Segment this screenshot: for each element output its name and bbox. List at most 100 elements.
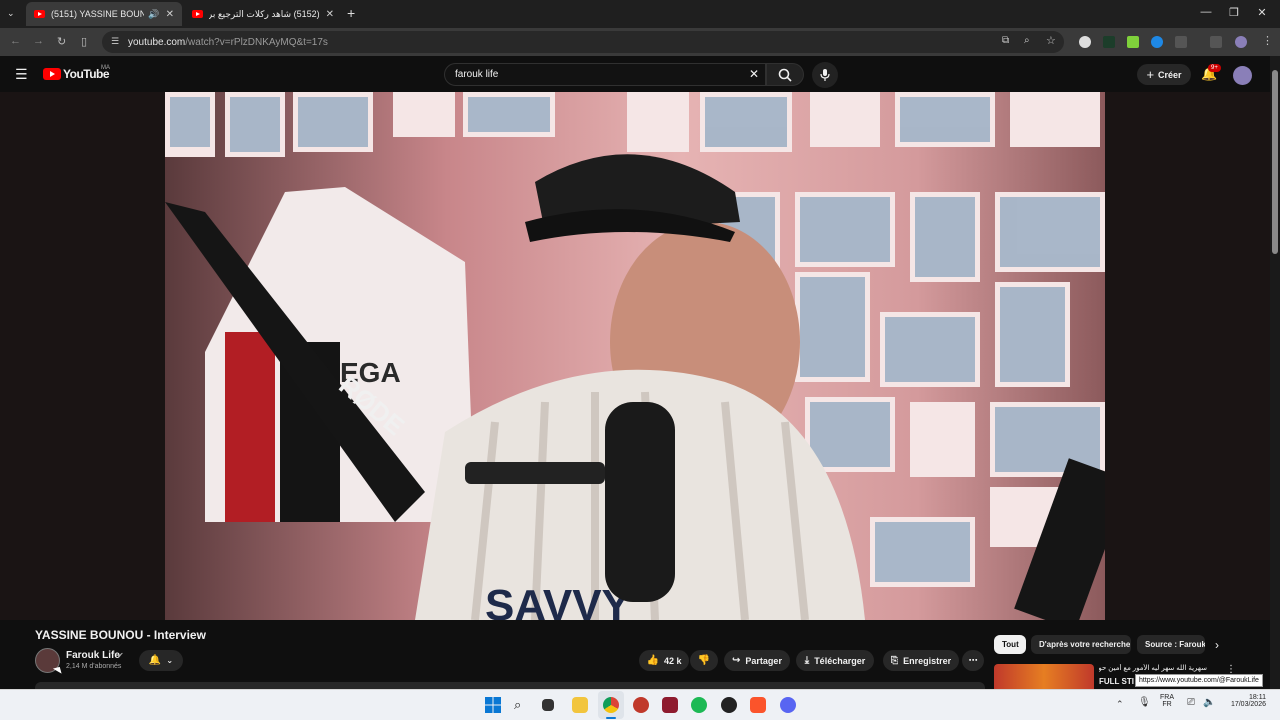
more-actions-button[interactable]: ⋯ [962, 650, 984, 671]
browser-tab-strip: ⌄ (5151) YASSINE BOUNOU - 🔊 ✕ (5152) شاه… [0, 0, 1280, 28]
minimize-icon[interactable]: — [1198, 6, 1214, 18]
video-still-image: EGA SAVVY RØDE [165, 92, 1105, 620]
extension-openai-icon[interactable] [1079, 36, 1091, 48]
more-dots-icon: ⋯ [968, 655, 978, 665]
extension-green-icon[interactable] [1127, 36, 1139, 48]
subscriber-count: 2,14 M d'abonnés [66, 663, 122, 670]
microphone-icon [820, 69, 830, 81]
system-clock[interactable]: 18:11 17/03/2026 [1226, 694, 1266, 708]
user-avatar[interactable] [1233, 66, 1252, 85]
active-app-indicator [606, 717, 616, 719]
verified-badge-icon: ✔ [117, 651, 124, 660]
clock-date: 17/03/2026 [1230, 701, 1266, 708]
acrobat-icon[interactable] [662, 697, 678, 713]
suggestion-title[interactable]: سهرية الله سهر ليه الأمور مع أمين حول [1099, 664, 1207, 672]
brave-icon[interactable] [750, 697, 766, 713]
youtube-favicon-icon [34, 10, 45, 18]
app-red-icon[interactable] [633, 697, 649, 713]
search-button[interactable] [766, 63, 804, 86]
download-icon: ⤓ [804, 655, 810, 666]
save-label: Enregistrer [903, 655, 952, 666]
tab-close-icon[interactable]: ✕ [166, 9, 174, 20]
browser-toolbar: ← → ↻ ▯ ☰ youtube.com/watch?v=rPlzDNKAyM… [0, 28, 1280, 56]
language-indicator[interactable]: FRA FR [1160, 694, 1174, 708]
taskbar-search-icon[interactable]: ⌕ [514, 697, 530, 713]
download-label: Télécharger [814, 655, 866, 666]
share-button[interactable]: ↪ Partager [724, 650, 790, 671]
extensions-puzzle-icon[interactable] [1175, 36, 1187, 48]
discord-icon[interactable] [780, 697, 796, 713]
search-query: farouk life [455, 69, 499, 80]
reading-list-icon[interactable] [1210, 36, 1222, 48]
tray-microphone-icon[interactable]: 🎙 [1138, 697, 1151, 708]
tab-youtube-active[interactable]: (5151) YASSINE BOUNOU - 🔊 ✕ [26, 2, 182, 26]
video-title: YASSINE BOUNOU - Interview [35, 628, 206, 642]
channel-name[interactable]: Farouk Life [66, 650, 120, 661]
clear-search-icon[interactable]: ✕ [749, 67, 759, 81]
tab-close-icon[interactable]: ✕ [326, 9, 334, 20]
tray-chevron-up-icon[interactable]: ⌃ [1116, 699, 1124, 710]
chrome-icon[interactable] [603, 697, 619, 713]
thumbs-down-icon: 👎 [697, 655, 711, 666]
youtube-logo-icon[interactable] [43, 68, 61, 80]
tab-youtube-second[interactable]: (5152) شاهد ركلات الترجيع بر... ✕ [184, 2, 342, 26]
extension-blue-icon[interactable] [1151, 36, 1163, 48]
reload-icon[interactable]: ↻ [57, 35, 66, 48]
language-code: FRA [1160, 694, 1174, 701]
save-button[interactable]: ⎘ Enregistrer [883, 650, 959, 671]
volume-icon[interactable]: 🔈 [1203, 697, 1215, 708]
search-input[interactable]: farouk life ✕ [444, 63, 766, 86]
search-icon [778, 68, 792, 82]
voice-search-button[interactable] [812, 62, 838, 88]
bookmark-star-icon[interactable]: ☆ [1046, 34, 1056, 47]
speaker-icon[interactable]: 🔊 [148, 9, 159, 20]
chips-next-chevron-icon[interactable]: › [1215, 638, 1219, 652]
video-player[interactable]: EGA SAVVY RØDE [0, 92, 1270, 620]
sidebar-icon[interactable]: ▯ [81, 35, 87, 48]
new-tab-button[interactable]: + [347, 5, 355, 21]
like-button[interactable]: 👍 42 k [639, 650, 689, 671]
share-arrow-icon: ↪ [732, 655, 741, 666]
thumbs-up-icon: 👍 [646, 655, 659, 666]
back-icon[interactable]: ← [10, 35, 21, 47]
dislike-button[interactable]: 👎 [690, 650, 718, 671]
chip-based-on-search[interactable]: D'après votre recherche [1031, 635, 1131, 654]
chip-all[interactable]: Tout [994, 635, 1026, 654]
install-app-icon[interactable]: ⧉ [1002, 35, 1009, 46]
extension-slash-icon[interactable] [1103, 36, 1115, 48]
keyboard-layout: FR [1162, 701, 1172, 708]
browser-menu-icon[interactable]: ⋮ [1262, 34, 1273, 47]
spotify-icon[interactable] [691, 697, 707, 713]
scrollbar-thumb[interactable] [1272, 70, 1278, 254]
mouse-cursor-icon [52, 664, 65, 674]
description-box[interactable] [35, 682, 985, 689]
close-window-icon[interactable]: ✕ [1254, 6, 1270, 19]
country-code: MA [101, 65, 110, 71]
notification-badge: 9+ [1208, 64, 1221, 72]
url-domain: youtube.com [128, 36, 186, 48]
subscription-bell-button[interactable]: 🔔 ⌄ [139, 650, 183, 671]
windows-start-icon[interactable] [485, 697, 501, 713]
forward-icon[interactable]: → [33, 35, 44, 47]
site-info-icon[interactable]: ☰ [111, 36, 119, 47]
address-bar[interactable]: ☰ youtube.com/watch?v=rPlzDNKAyMQ&t=17s … [102, 31, 1064, 53]
share-label: Partager [745, 655, 782, 666]
suggestion-thumbnail[interactable] [994, 664, 1094, 689]
restore-icon[interactable]: ❐ [1226, 6, 1242, 19]
create-button[interactable]: + Créer [1137, 64, 1191, 85]
file-explorer-icon[interactable] [572, 697, 588, 713]
url-path: /watch?v=rPlzDNKAyMQ&t=17s [185, 36, 328, 48]
chip-source-farouk[interactable]: Source : Farouk [1137, 635, 1205, 654]
link-url-tooltip: https://www.youtube.com/@FaroukLife [1135, 674, 1263, 687]
app-dark-icon[interactable] [721, 697, 737, 713]
profile-avatar-icon[interactable] [1235, 36, 1247, 48]
tab-search-chevron-icon[interactable]: ⌄ [7, 8, 15, 19]
create-label: Créer [1158, 69, 1182, 80]
zoom-icon[interactable]: ⌕ [1024, 35, 1030, 46]
network-icon[interactable]: ⎚ [1187, 697, 1195, 708]
tab-title: (5152) شاهد ركلات الترجيع بر... [209, 8, 320, 19]
download-button[interactable]: ⤓ Télécharger [796, 650, 874, 671]
task-view-icon[interactable] [542, 699, 554, 711]
video-frame[interactable]: EGA SAVVY RØDE [165, 92, 1105, 620]
hamburger-menu-icon[interactable]: ☰ [15, 66, 28, 83]
